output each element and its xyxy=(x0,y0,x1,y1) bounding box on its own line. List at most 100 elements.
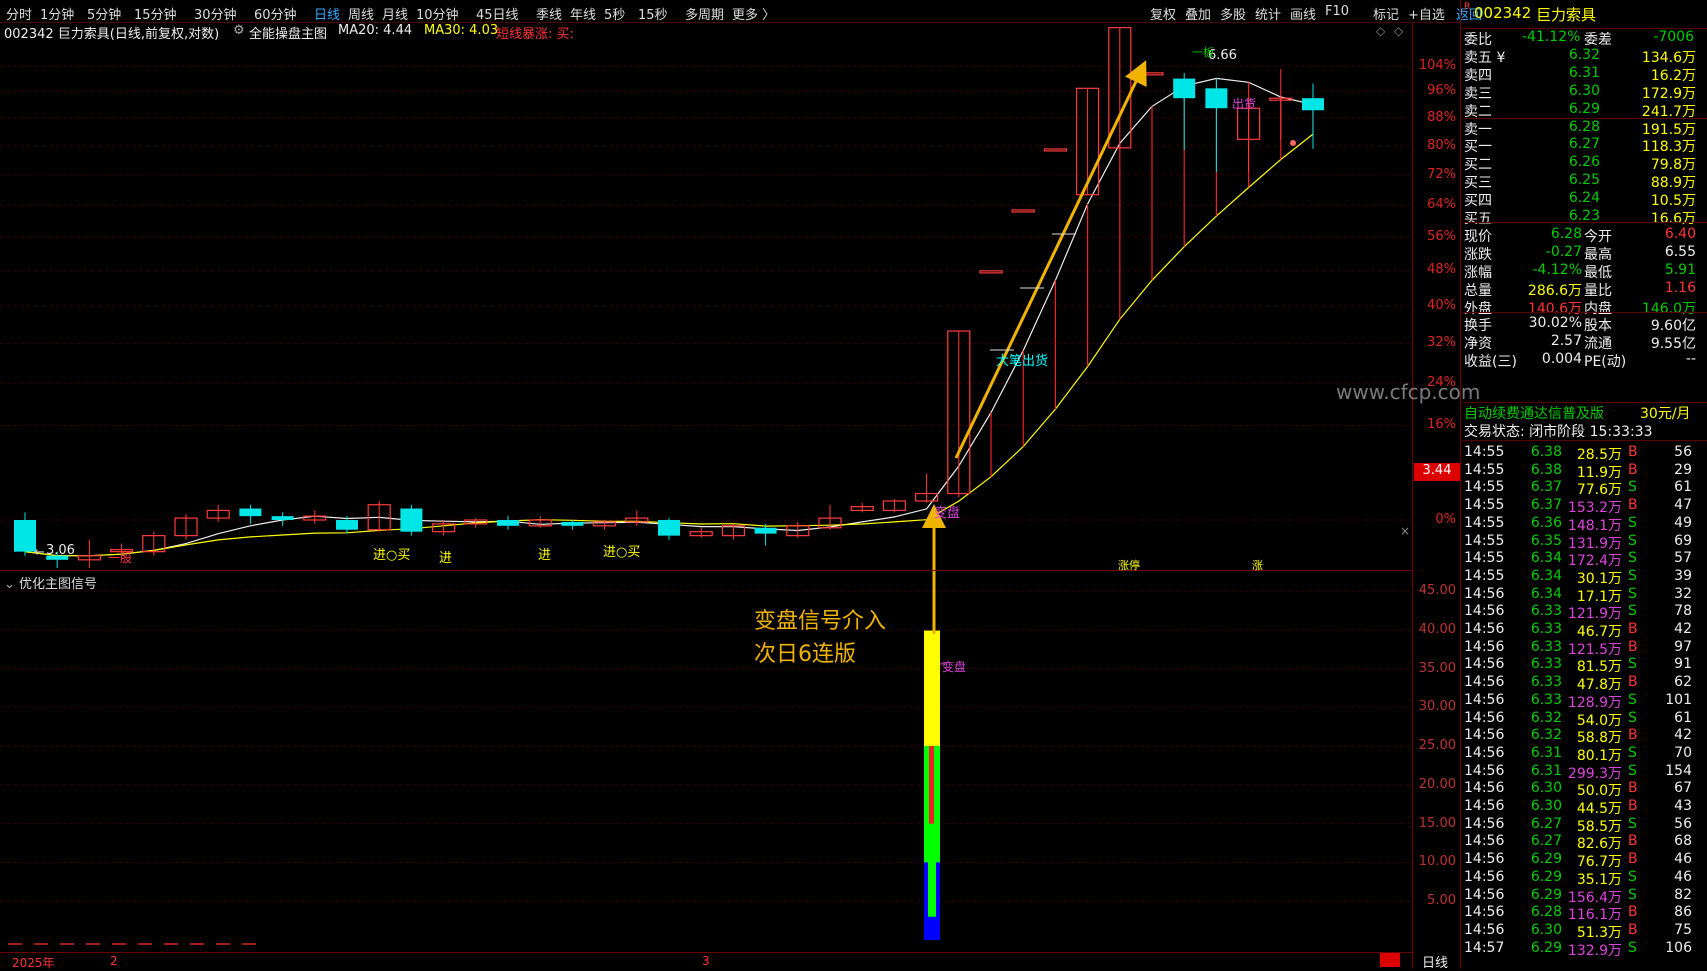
tick-side: B xyxy=(1628,461,1638,478)
stat-label: 股本 xyxy=(1584,318,1612,334)
tool-button[interactable]: 统计 xyxy=(1255,4,1281,23)
tool-button[interactable]: 多股 xyxy=(1220,4,1246,23)
quote-row: 14:56 6.31 80.1万 S 70 xyxy=(1462,744,1707,764)
tick-count: 82 xyxy=(1674,886,1692,903)
first-board-label: 一板 xyxy=(1192,46,1214,59)
ship-label: 出货 xyxy=(1232,97,1257,111)
bid-volume: 16.6万 xyxy=(1650,211,1696,227)
quote-row: 14:55 6.37 77.6万 S 61 xyxy=(1462,479,1707,498)
tool-button[interactable]: 标记 xyxy=(1373,4,1399,23)
stat-label: 涨跌 xyxy=(1464,247,1492,263)
ad-price[interactable]: 30元/月 xyxy=(1640,403,1691,423)
tick-count: 57 xyxy=(1674,550,1692,567)
pane-divider[interactable] xyxy=(0,570,1412,571)
tick-time: 14:56 xyxy=(1464,798,1505,814)
callout-line1: 变盘信号介入 xyxy=(754,609,887,634)
stat-label: 净资 xyxy=(1464,336,1492,352)
bottom-period-label[interactable]: 日线 xyxy=(1422,952,1448,971)
tick-time: 14:56 xyxy=(1464,691,1505,708)
candle xyxy=(497,520,519,526)
tick-side: B xyxy=(1628,780,1638,797)
one-stock-label: 一股 xyxy=(108,551,133,565)
quote-row: 卖二 6.29 241.7万 xyxy=(1462,101,1707,120)
bid-level-label: 买二 xyxy=(1464,157,1492,173)
candle xyxy=(271,516,294,520)
watermark: www.cfcp.com xyxy=(1336,380,1481,404)
period-tab[interactable]: 15分钟 xyxy=(134,4,177,23)
tick-side: S xyxy=(1628,691,1637,708)
tick-price: 6.38 xyxy=(1530,444,1562,460)
period-tab[interactable]: 多周期 xyxy=(685,4,724,23)
kline-chart[interactable] xyxy=(0,22,1460,969)
period-tab[interactable]: 5秒 xyxy=(604,4,625,23)
tick-count: 75 xyxy=(1674,921,1692,938)
tick-price: 6.27 xyxy=(1530,833,1562,850)
tick-time: 14:56 xyxy=(1464,904,1505,921)
bid-price: 6.25 xyxy=(1568,172,1600,188)
period-tab[interactable]: 更多 〉 xyxy=(732,4,775,23)
period-tab[interactable]: 分时 xyxy=(6,4,32,23)
quote-panel: R 002342 巨力索具 委比 -41.12% 委差 -7006 卖五 ¥ 6.… xyxy=(1462,0,1707,969)
period-tab[interactable]: 日线 xyxy=(314,4,340,23)
quote-row: 14:56 6.33 128.9万 S 101 xyxy=(1462,691,1707,711)
tool-button[interactable]: 叠加 xyxy=(1185,4,1211,23)
tick-time: 14:56 xyxy=(1464,921,1505,938)
quote-row: 14:56 6.30 44.5万 B 43 xyxy=(1462,798,1707,817)
limit-up-label-2: 涨 xyxy=(1252,559,1263,572)
tick-side: B xyxy=(1628,497,1638,514)
stat-value: -4.12% xyxy=(1532,262,1582,278)
tick-count: 67 xyxy=(1674,780,1692,797)
period-tab[interactable]: 月线 xyxy=(382,4,408,23)
period-tab[interactable]: 季线 xyxy=(536,4,562,23)
lower-axis: 45.00 40.00 35.00 30.00 25.00 20.00 15.00 10.00… xyxy=(1412,0,1460,969)
tick-count: 39 xyxy=(1674,567,1692,584)
lower-axis-label: 30.00 xyxy=(1418,699,1456,715)
chevron-down-icon[interactable]: ⌄ xyxy=(4,577,19,592)
tool-button[interactable]: 复权 xyxy=(1150,4,1176,23)
period-tab[interactable]: 60分钟 xyxy=(254,4,297,23)
period-tab[interactable]: 45日线 xyxy=(476,4,519,23)
tick-price: 6.29 xyxy=(1530,868,1562,885)
tick-side: S xyxy=(1628,514,1637,531)
tick-price: 6.37 xyxy=(1530,497,1562,514)
tick-time: 14:56 xyxy=(1464,744,1505,761)
tick-side: B xyxy=(1628,833,1638,850)
period-tab[interactable]: 15秒 xyxy=(638,4,668,23)
period-tab[interactable]: 5分钟 xyxy=(87,4,121,23)
stat-value: -0.27 xyxy=(1545,244,1582,260)
period-tab[interactable]: 10分钟 xyxy=(416,4,459,23)
stat-value: 1.16 xyxy=(1664,280,1696,296)
lower-axis-label: 45.00 xyxy=(1418,583,1456,598)
tick-price: 6.33 xyxy=(1530,603,1562,620)
period-tab[interactable]: 30分钟 xyxy=(194,4,237,23)
scroll-marker[interactable] xyxy=(1380,953,1400,967)
tick-side: S xyxy=(1628,762,1637,779)
quote-row: 卖五 ¥ 6.32 134.6万 xyxy=(1462,47,1707,66)
quote-row: 14:56 6.27 82.6万 B 68 xyxy=(1462,833,1707,852)
tick-volume: 132.9万 xyxy=(1567,942,1622,959)
quote-row: 14:56 6.28 116.1万 B 86 xyxy=(1462,904,1707,923)
lower-axis-label: 20.00 xyxy=(1418,776,1456,792)
lower-axis-label: 35.00 xyxy=(1418,660,1456,676)
tick-time: 14:56 xyxy=(1464,621,1505,637)
candle xyxy=(1173,78,1196,99)
bid-price: 6.24 xyxy=(1568,190,1600,206)
tick-price: 6.30 xyxy=(1530,780,1562,797)
tick-time: 14:56 xyxy=(1464,815,1505,832)
tick-price: 6.33 xyxy=(1530,638,1562,655)
tick-time: 14:56 xyxy=(1464,868,1505,885)
period-tab[interactable]: 年线 xyxy=(570,4,596,23)
candle xyxy=(979,270,1003,274)
stat-label: 总量 xyxy=(1464,283,1492,299)
ad-text[interactable]: 自动续费通达信普及版 xyxy=(1464,403,1604,423)
tool-button[interactable]: F10 xyxy=(1325,4,1349,19)
tool-button[interactable]: 画线 xyxy=(1290,4,1316,23)
tick-side: B xyxy=(1628,904,1638,921)
ask-price: 6.32 xyxy=(1568,47,1600,63)
period-tab[interactable]: 1分钟 xyxy=(40,4,74,23)
tick-side: S xyxy=(1628,550,1637,567)
period-tab[interactable]: 周线 xyxy=(348,4,374,23)
ask-volume: 134.6万 xyxy=(1641,50,1696,66)
lower-axis-label: 5.00 xyxy=(1427,893,1456,909)
tick-price: 6.29 xyxy=(1530,939,1562,956)
